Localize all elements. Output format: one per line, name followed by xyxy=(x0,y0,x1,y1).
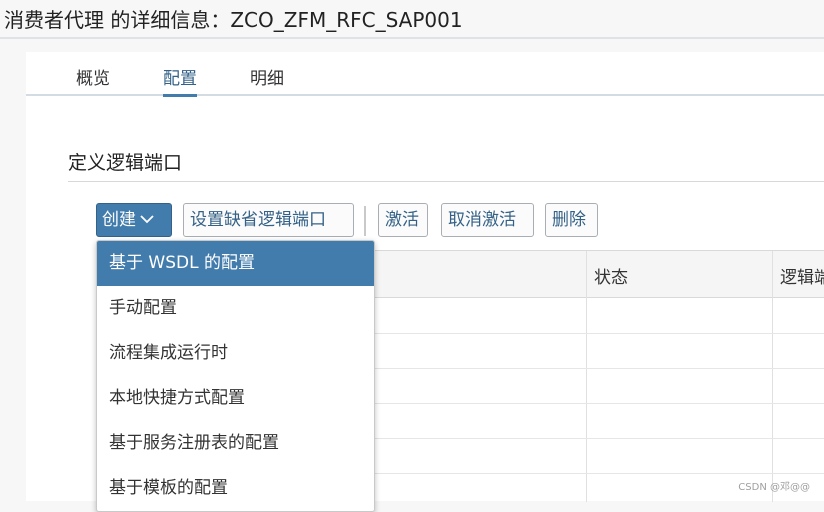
tab-bar: 概览 配置 明细 xyxy=(26,52,824,97)
create-button[interactable]: 创建 xyxy=(96,203,172,237)
menu-item-local-shortcut-config[interactable]: 本地快捷方式配置 xyxy=(97,376,374,421)
create-dropdown-menu: 基于 WSDL 的配置 手动配置 流程集成运行时 本地快捷方式配置 基于服务注册… xyxy=(96,240,375,512)
section-title: 定义逻辑端口 xyxy=(68,152,183,174)
page-title: 消费者代理 的详细信息：ZCO_ZFM_RFC_SAP001 xyxy=(4,8,463,32)
menu-item-service-registry-config[interactable]: 基于服务注册表的配置 xyxy=(97,421,374,466)
create-button-label: 创建 xyxy=(102,210,136,230)
deactivate-button[interactable]: 取消激活 xyxy=(441,203,534,237)
set-default-logical-port-button[interactable]: 设置缺省逻辑端口 xyxy=(183,203,354,237)
menu-item-wsdl-config[interactable]: 基于 WSDL 的配置 xyxy=(97,241,374,286)
section-divider xyxy=(68,181,824,182)
column-header-status[interactable]: 状态 xyxy=(594,263,628,288)
tab-overview[interactable]: 概览 xyxy=(76,64,110,89)
title-divider xyxy=(0,37,824,39)
menu-item-process-integration-runtime[interactable]: 流程集成运行时 xyxy=(97,331,374,376)
delete-button[interactable]: 删除 xyxy=(545,203,598,237)
toolbar-separator xyxy=(364,206,366,236)
tab-details[interactable]: 明细 xyxy=(250,64,284,89)
tab-configuration[interactable]: 配置 xyxy=(163,64,197,97)
column-divider xyxy=(772,251,773,502)
column-header-logical-port[interactable]: 逻辑端 xyxy=(780,263,824,288)
column-divider xyxy=(586,251,587,502)
menu-item-template-config[interactable]: 基于模板的配置 xyxy=(97,466,374,511)
watermark: CSDN @邓@@ xyxy=(738,482,810,493)
chevron-down-icon xyxy=(140,215,154,224)
activate-button[interactable]: 激活 xyxy=(378,203,428,237)
menu-item-manual-config[interactable]: 手动配置 xyxy=(97,286,374,331)
